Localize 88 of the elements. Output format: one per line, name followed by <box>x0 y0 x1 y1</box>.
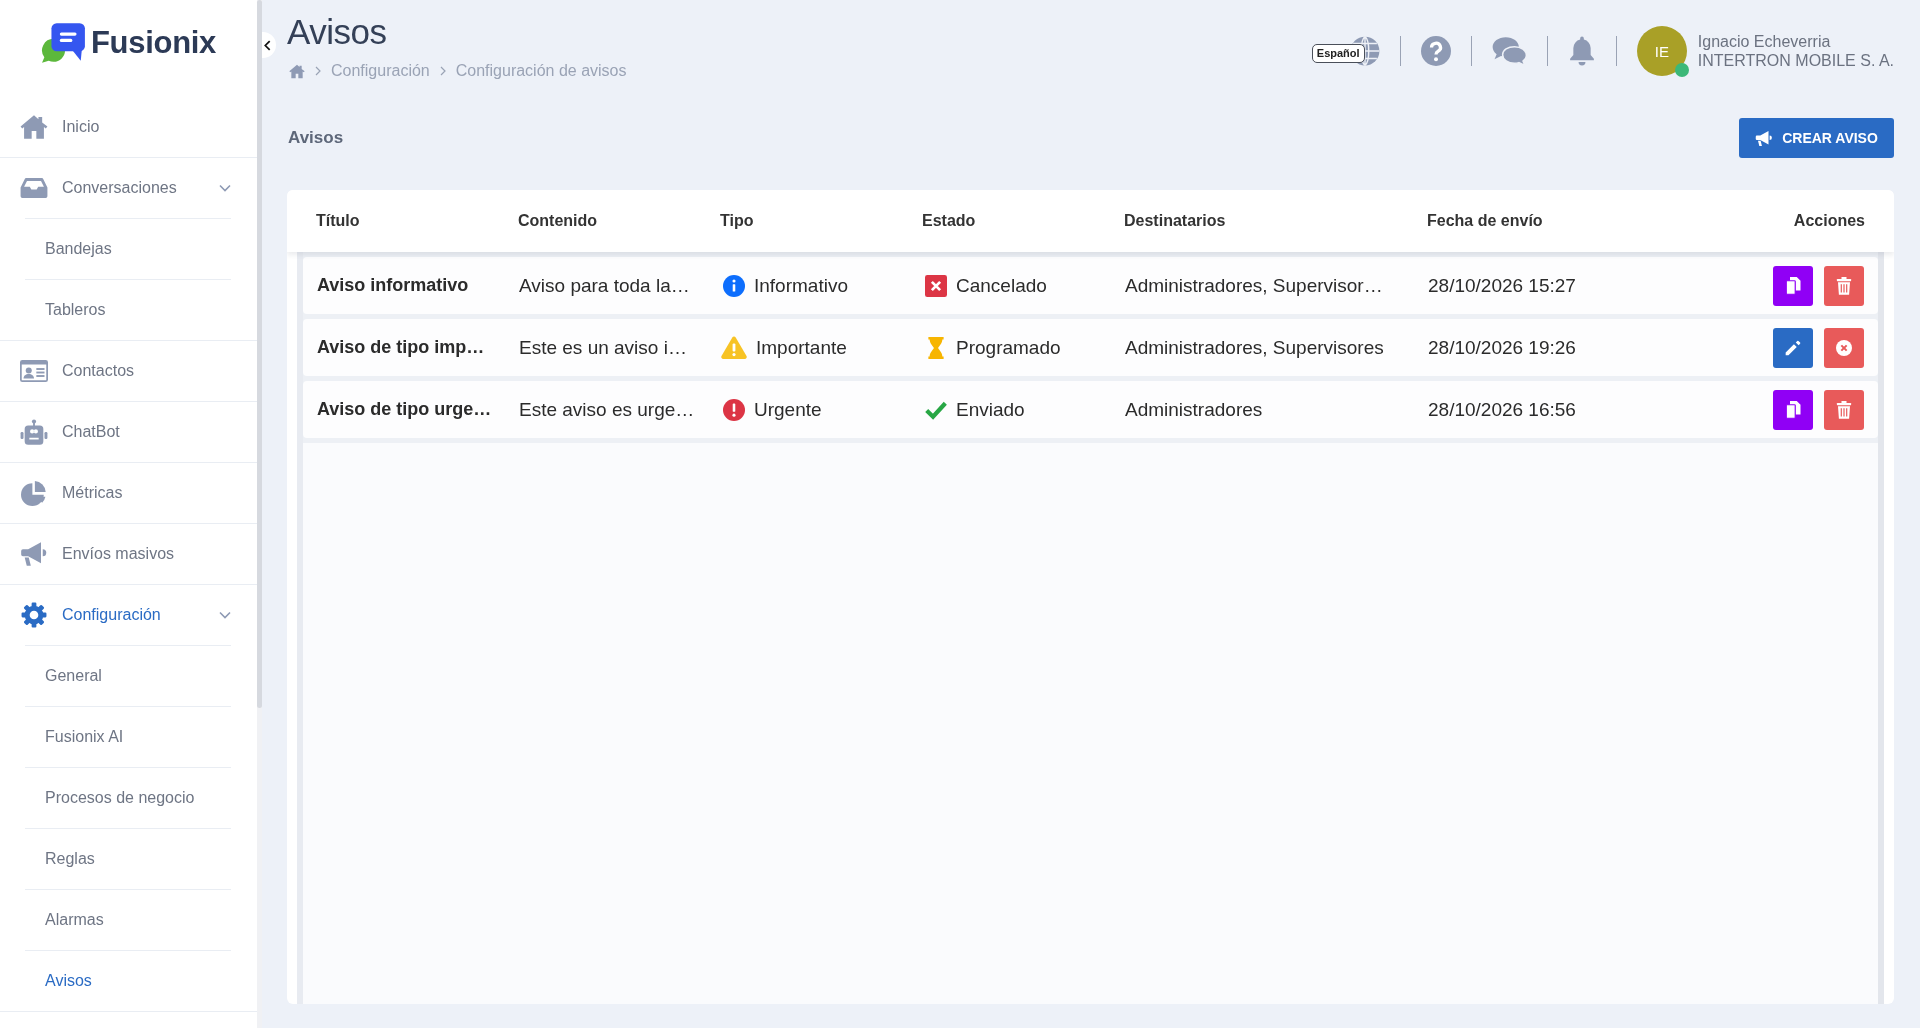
table-cell-text: Administradores, Supervisor… <box>1125 274 1384 297</box>
sidebar-subitem[interactable]: Alarmas <box>25 889 231 950</box>
column-header: Título <box>316 212 361 230</box>
table-cell-text: Aviso de tipo imp… <box>317 337 486 358</box>
table-row[interactable]: Aviso de tipo imp… Este es un aviso i… Importante Programado Administradores, Supervisores 28/10/2026 19:26 <box>303 319 1878 376</box>
chevron-down-icon[interactable] <box>219 611 231 619</box>
status-label: Programado <box>956 336 1061 359</box>
duplicate-button[interactable] <box>1773 389 1813 430</box>
chevron-right-icon <box>315 66 321 76</box>
collapse-sidebar-button[interactable] <box>262 32 276 58</box>
table-cell-text: Aviso de tipo urge… <box>317 399 493 420</box>
table-row[interactable]: Aviso de tipo urge… Este aviso es urge… Urgente Enviado Administradores 28/10/2026 16:56 <box>303 381 1878 438</box>
bell-icon[interactable] <box>1567 36 1596 66</box>
sidebar-subitem[interactable]: General <box>25 645 231 706</box>
type-label: Importante <box>756 336 847 359</box>
info-icon <box>723 274 745 297</box>
company-name: INTERTRON MOBILE S. A. <box>1697 51 1894 70</box>
user-avatar[interactable]: IE <box>1636 26 1687 76</box>
sidebar-subitem[interactable]: Fusionix AI <box>25 706 231 767</box>
section-title: Avisos <box>288 128 344 148</box>
table-cell-text: 28/10/2026 15:27 <box>1428 274 1577 297</box>
robot-icon <box>20 419 48 445</box>
column-header: Fecha de envío <box>1427 212 1544 230</box>
table-cell-text: Administradores, Supervisores <box>1125 336 1385 359</box>
status-label: Cancelado <box>956 274 1047 297</box>
home-icon <box>20 114 48 140</box>
type-label: Urgente <box>754 398 822 421</box>
cancel-button[interactable] <box>1824 327 1864 368</box>
duplicate-button[interactable] <box>1773 265 1813 306</box>
status-label: Enviado <box>956 398 1025 421</box>
hourglass-icon <box>925 336 947 359</box>
chevron-down-icon[interactable] <box>219 184 231 192</box>
sidebar-item[interactable]: Contactos <box>0 341 257 401</box>
table-cell-text: Aviso informativo <box>317 275 470 296</box>
column-header: Destinatarios <box>1124 212 1227 230</box>
column-header: Contenido <box>518 212 599 230</box>
edit-button[interactable] <box>1773 327 1813 368</box>
table-cell-text: Administradores <box>1125 398 1264 421</box>
close-circle-icon <box>1836 338 1852 357</box>
sidebar-item[interactable]: Envíos masivos <box>0 524 257 584</box>
trash-icon <box>1836 276 1852 295</box>
megaphone-icon <box>1755 129 1774 147</box>
settings-icon <box>20 602 48 628</box>
logo-icon <box>40 21 87 64</box>
page-title: Avisos <box>287 11 388 53</box>
column-header: Acciones <box>1793 212 1865 230</box>
megaphone-icon <box>20 541 48 567</box>
delete-button[interactable] <box>1824 389 1864 430</box>
sidebar-subitem[interactable]: Tableros <box>25 279 231 340</box>
sidebar-scrollbar[interactable] <box>257 0 262 1028</box>
copy-icon <box>1785 276 1801 295</box>
chevron-right-icon <box>439 66 446 76</box>
sidebar-item[interactable]: Inicio <box>0 97 257 157</box>
type-label: Informativo <box>754 274 848 297</box>
sidebar-item[interactable]: ChatBot <box>0 402 257 462</box>
alert-icon <box>723 398 745 421</box>
table-row[interactable]: Aviso informativo Aviso para toda la… Informativo Cancelado Administradores, Supervisor… 28/10/2026 15:27 <box>303 257 1878 314</box>
table-cell-text: Este aviso es urge… <box>519 398 696 421</box>
table-cell-text: Este es un aviso i… <box>519 336 688 359</box>
pie-chart-icon <box>20 480 48 506</box>
table-cell-text: Aviso para toda la… <box>519 274 691 297</box>
warning-icon <box>721 336 747 359</box>
sidebar-item[interactable]: Métricas <box>0 463 257 523</box>
table-cell-text: 28/10/2026 16:56 <box>1428 398 1577 421</box>
home-icon[interactable] <box>289 63 305 79</box>
sidebar-item[interactable]: Conversaciones <box>0 158 257 218</box>
sidebar-subitem[interactable]: Avisos <box>25 950 231 1011</box>
table-cell-text: 28/10/2026 19:26 <box>1428 336 1577 359</box>
copy-icon <box>1785 400 1801 419</box>
language-button[interactable]: Español <box>1311 33 1380 69</box>
create-notice-button[interactable]: CREAR AVISO <box>1739 118 1894 158</box>
column-header: Tipo <box>720 212 755 230</box>
chat-icon[interactable] <box>1491 36 1527 66</box>
delete-button[interactable] <box>1824 265 1864 306</box>
sidebar-subitem[interactable]: Bandejas <box>25 218 231 279</box>
chevron-left-icon <box>264 39 271 51</box>
user-name: Ignacio Echeverria <box>1697 32 1832 51</box>
trash-icon <box>1836 400 1852 419</box>
help-icon[interactable] <box>1420 36 1451 66</box>
id-card-icon <box>20 358 48 384</box>
column-header: Estado <box>922 212 977 230</box>
inbox-icon <box>20 175 48 201</box>
pencil-icon <box>1785 338 1801 357</box>
close-square-icon <box>925 274 947 297</box>
sidebar-subitem[interactable]: Reglas <box>25 828 231 889</box>
sidebar-subitem[interactable]: Procesos de negocio <box>25 767 231 828</box>
brand-name: Fusionix <box>90 24 217 61</box>
sidebar-item[interactable]: Configuración <box>0 585 257 645</box>
